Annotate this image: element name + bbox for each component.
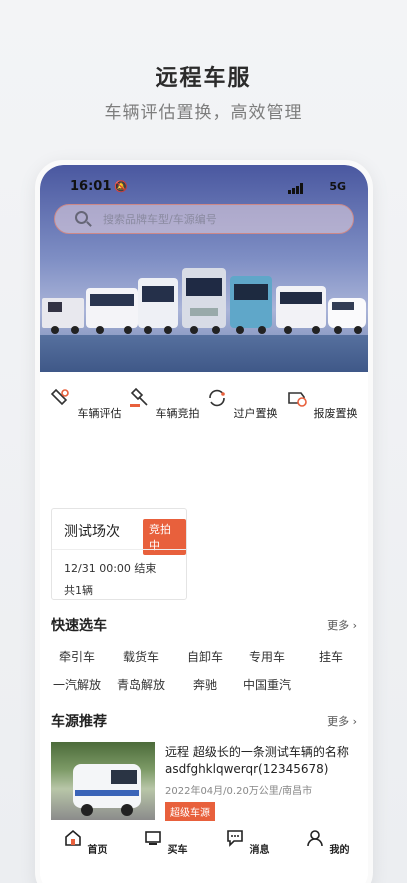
chip-cargo[interactable]: 载货车 (123, 648, 159, 665)
chip-trailer[interactable]: 挂车 (319, 648, 343, 665)
search-input[interactable] (103, 209, 333, 229)
tab-messages[interactable]: 消息 (218, 829, 278, 857)
app-screen: 16:01 🔕 5G 搜索品牌车型/车源编号 车辆评估 车辆竞拍 过户置换 报废… (40, 165, 368, 883)
divider (52, 549, 186, 550)
chip-special[interactable]: 专用车 (249, 648, 285, 665)
tab-label: 我的 (329, 845, 350, 856)
buy-car-icon (145, 831, 162, 845)
listing-title: 远程 超级长的一条测试车辆的名称asdfghklqwerqr(12345678) (165, 745, 349, 776)
tab-label: 首页 (87, 845, 108, 856)
status-time: 16:01 (70, 179, 112, 194)
session-name: 测试场次 (64, 524, 120, 540)
chip-dumper[interactable]: 自卸车 (187, 648, 223, 665)
network-label: 5G (329, 180, 346, 193)
quick-select-header: 快速选车 更多 › (51, 615, 357, 635)
vehicle-listing[interactable]: 远程 超级长的一条测试车辆的名称asdfghklqwerqr(12345678)… (51, 742, 357, 822)
banner[interactable]: 16:01 🔕 5G (40, 165, 368, 377)
vehicle-lineup-image (42, 268, 366, 334)
recommend-header: 车源推荐 更多 › (51, 711, 357, 731)
chip-benz[interactable]: 奔驰 (193, 676, 217, 693)
service-scrap[interactable]: 报废置换 (282, 387, 362, 421)
session-vehicle-count: 共1辆 (64, 584, 93, 597)
more-label: 更多 (327, 619, 350, 632)
service-auction[interactable]: 车辆竞拍 (124, 387, 204, 421)
phone-frame: 16:01 🔕 5G 搜索品牌车型/车源编号 车辆评估 车辆竞拍 过户置换 报废… (35, 160, 373, 883)
more-link[interactable]: 更多 › (327, 617, 357, 633)
more-label: 更多 (327, 715, 350, 728)
profile-icon (307, 830, 324, 847)
van-image (73, 764, 141, 816)
signal-icon (288, 183, 306, 194)
service-label: 报废置换 (313, 407, 358, 420)
tab-profile[interactable]: 我的 (298, 829, 358, 857)
mute-bell-icon: 🔕 (114, 180, 128, 193)
section-title: 快速选车 (51, 618, 107, 634)
service-label: 车辆竞拍 (155, 407, 200, 420)
message-icon (227, 830, 244, 847)
hero-title: 远程车服 (155, 66, 252, 91)
section-title: 车源推荐 (51, 714, 107, 730)
tab-home[interactable]: 首页 (56, 829, 116, 857)
banner-pagination[interactable] (196, 362, 219, 381)
tab-label: 买车 (167, 845, 188, 856)
more-link[interactable]: 更多 › (327, 713, 357, 729)
listing-meta: 2022年04月/0.20万公里/南昌市 (165, 786, 313, 797)
search-icon (75, 211, 88, 224)
service-grid: 车辆评估 车辆竞拍 过户置换 报废置换 (40, 387, 368, 447)
scrap-icon (288, 392, 308, 407)
vehicle-photo (51, 742, 155, 820)
service-transfer[interactable]: 过户置换 (202, 387, 282, 421)
hero-subtitle: 车辆评估置换，高效管理 (104, 103, 303, 123)
auction-session-card[interactable]: 测试场次 竞拍中 12/31 00:00 结束 共1辆 (51, 508, 187, 600)
tab-label: 消息 (249, 845, 270, 856)
listing-tag: 超级车源 (165, 802, 215, 821)
service-label: 过户置换 (233, 407, 278, 420)
transfer-icon (209, 389, 226, 407)
bottom-tab-bar: 首页 买车 消息 我的 (40, 821, 368, 883)
chip-sinotruk[interactable]: 中国重汽 (243, 676, 291, 693)
chip-tractor[interactable]: 牵引车 (59, 648, 95, 665)
status-bar: 16:01 🔕 5G (70, 179, 346, 199)
service-label: 车辆评估 (77, 407, 122, 420)
service-evaluate[interactable]: 车辆评估 (46, 387, 126, 421)
search-bar[interactable] (54, 204, 354, 234)
chip-qingdao-faw[interactable]: 青岛解放 (117, 676, 165, 693)
auction-icon (130, 387, 149, 407)
session-end-time: 12/31 00:00 结束 (64, 562, 157, 575)
tab-buy-car[interactable]: 买车 (136, 829, 196, 857)
evaluate-icon (51, 388, 70, 406)
home-icon (65, 829, 82, 846)
chip-faw[interactable]: 一汽解放 (53, 676, 101, 693)
